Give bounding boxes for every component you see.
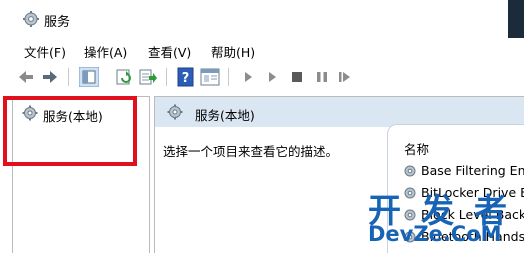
- pane-header-title: 服务(本地): [195, 108, 255, 123]
- service-row[interactable]: BitLocker Drive Encryption Service: [402, 182, 524, 204]
- svg-text:?: ?: [182, 71, 190, 86]
- properties-pane-icon[interactable]: [200, 67, 220, 87]
- toolbar-separator: [228, 68, 229, 86]
- service-row[interactable]: Base Filtering Engine: [402, 160, 524, 182]
- toolbar-separator: [68, 68, 69, 86]
- back-arrow-icon[interactable]: [16, 67, 36, 87]
- show-hide-console-tree-icon[interactable]: [79, 67, 99, 87]
- export-list-icon[interactable]: [138, 67, 158, 87]
- column-header-name[interactable]: 名称: [404, 139, 429, 158]
- menu-help[interactable]: 帮助(H): [211, 42, 255, 61]
- service-gear-icon: [404, 231, 416, 243]
- help-icon[interactable]: ?: [176, 67, 196, 87]
- toolbar-separator: [166, 68, 167, 86]
- start-service-icon[interactable]: [238, 67, 258, 87]
- menu-bar: 文件(F) 操作(A) 查看(V) 帮助(H): [0, 38, 524, 62]
- service-name: BitLocker Drive Encryption Service: [421, 185, 524, 200]
- pane-header: 服务(本地): [155, 97, 524, 127]
- service-row[interactable]: Bluetooth Handsfree Service: [402, 226, 524, 248]
- services-gear-icon: [167, 104, 183, 120]
- service-name: Base Filtering Engine: [421, 163, 524, 178]
- start-service-alt-icon[interactable]: [262, 67, 282, 87]
- menu-action[interactable]: 操作(A): [84, 42, 127, 61]
- toolbar: ?: [0, 62, 524, 92]
- restart-service-icon[interactable]: [335, 67, 355, 87]
- description-text: 选择一个项目来查看它的描述。: [163, 144, 339, 159]
- menu-file[interactable]: 文件(F): [24, 42, 66, 61]
- window-title: 服务: [44, 15, 71, 30]
- refresh-icon[interactable]: [114, 67, 134, 87]
- service-gear-icon: [404, 187, 416, 199]
- service-gear-icon: [404, 209, 416, 221]
- service-gear-icon: [404, 165, 416, 177]
- forward-arrow-icon[interactable]: [40, 67, 60, 87]
- highlight-box: [3, 96, 137, 166]
- menu-view[interactable]: 查看(V): [148, 42, 191, 61]
- service-row[interactable]: Block Level Backup Engine Service: [402, 204, 524, 226]
- stop-service-icon[interactable]: [287, 67, 307, 87]
- window-edge: [508, 0, 524, 38]
- services-pane: 服务(本地) 选择一个项目来查看它的描述。 名称 Base Filtering …: [154, 96, 524, 253]
- services-gear-icon: [23, 11, 39, 27]
- pause-service-icon[interactable]: [312, 67, 332, 87]
- title-bar: 服务: [0, 0, 524, 38]
- service-name: Bluetooth Handsfree Service: [421, 229, 524, 244]
- service-name: Block Level Backup Engine Service: [421, 207, 524, 222]
